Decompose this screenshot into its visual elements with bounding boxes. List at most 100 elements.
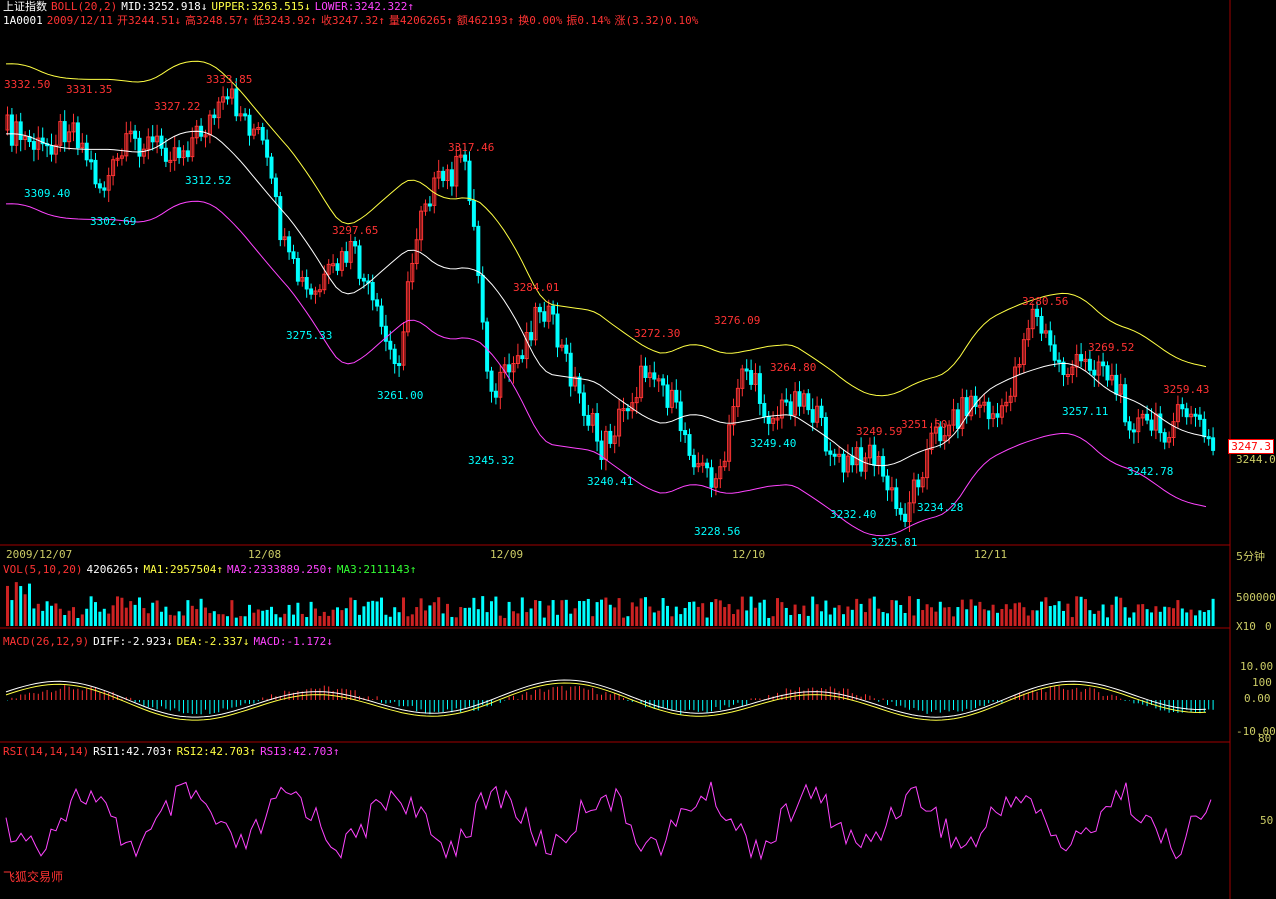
low-label: 3249.40 xyxy=(750,437,797,450)
low-label: 3261.00 xyxy=(377,389,424,402)
volume-bar xyxy=(525,612,529,626)
quote-amount: 额462193↑ xyxy=(456,14,515,27)
candle-body xyxy=(163,147,168,162)
volume-bar xyxy=(402,597,405,626)
candle-body xyxy=(709,467,714,488)
volume-bar xyxy=(560,600,564,626)
volume-bar xyxy=(72,607,75,626)
volume-bar xyxy=(912,615,916,626)
volume-bar xyxy=(1053,605,1057,626)
rsi2-value: RSI2:42.703↑ xyxy=(176,745,257,758)
volume-bar xyxy=(903,612,907,626)
candle-body xyxy=(361,277,366,282)
volume-bar xyxy=(617,598,621,626)
period-selector[interactable]: 5分钟 xyxy=(1236,548,1265,564)
macd-diff: DIFF:-2.923↓ xyxy=(93,635,173,648)
vol-ma3: MA3:2111143↑ xyxy=(336,563,417,576)
candle-body xyxy=(441,170,446,181)
volume-bar xyxy=(754,607,757,626)
candle-body xyxy=(1035,308,1040,317)
volume-bar xyxy=(28,583,31,626)
candle-body xyxy=(1197,414,1202,420)
quote-change: 涨(3.32)0.10% xyxy=(614,14,699,27)
volume-bar xyxy=(336,607,339,626)
volume-bar xyxy=(362,606,366,626)
candle-body xyxy=(1180,404,1185,410)
candle-body xyxy=(1149,419,1154,431)
high-label: 3317.46 xyxy=(448,141,495,154)
volume-bar xyxy=(745,610,749,626)
candle-body xyxy=(102,187,107,191)
candle-body xyxy=(797,391,802,407)
candle-body xyxy=(872,444,877,466)
candle-body xyxy=(388,340,393,350)
volume-bar xyxy=(129,601,133,626)
volume-bar xyxy=(437,597,441,626)
quote-volume: 量4206265↑ xyxy=(388,14,453,27)
volume-bar xyxy=(626,616,630,626)
volume-bar xyxy=(388,616,392,626)
volume-bar xyxy=(41,610,45,626)
volume-bar xyxy=(591,616,595,626)
candle-body xyxy=(463,154,468,162)
volume-bar xyxy=(727,604,731,626)
candle-body xyxy=(344,251,349,263)
volume-bar xyxy=(85,608,89,626)
macd-title[interactable]: MACD(26,12,9) xyxy=(3,635,89,648)
low-label: 3302.69 xyxy=(90,215,137,228)
volume-bar xyxy=(1158,611,1162,626)
candle-body xyxy=(903,513,908,522)
volume-bar xyxy=(1070,617,1074,626)
volume-bar xyxy=(718,600,722,626)
volume-bar xyxy=(1031,610,1035,626)
candle-body xyxy=(357,245,362,279)
volume-bar xyxy=(842,614,845,626)
volume-bar xyxy=(252,612,256,626)
volume-bar xyxy=(80,614,84,626)
volume-bar xyxy=(406,616,410,626)
volume-bar xyxy=(648,606,652,626)
volume-bar xyxy=(586,598,590,626)
volume-bar xyxy=(270,606,273,626)
high-label: 3332.50 xyxy=(4,78,51,91)
candle-body xyxy=(427,203,432,207)
candle-body xyxy=(1206,436,1211,440)
rsi-title[interactable]: RSI(14,14,14) xyxy=(3,745,89,758)
chart-canvas[interactable] xyxy=(0,0,1276,899)
candle-body xyxy=(955,409,960,429)
low-label: 3225.81 xyxy=(871,536,918,549)
candle-body xyxy=(1114,374,1119,395)
volume-bar xyxy=(820,611,823,626)
price-axis-label: 3244.0 xyxy=(1236,453,1276,466)
candle-body xyxy=(18,121,23,141)
candle-body xyxy=(586,414,591,426)
volume-bar xyxy=(890,600,894,626)
candle-body xyxy=(49,145,54,155)
volume-bar xyxy=(908,596,911,626)
volume-bar xyxy=(1035,610,1039,626)
candle-body xyxy=(555,313,560,348)
volume-bar xyxy=(872,596,876,626)
volume-bar xyxy=(1176,600,1180,626)
candle-body xyxy=(159,135,164,149)
vol-title[interactable]: VOL(5,10,20) xyxy=(3,563,82,576)
volume-bar xyxy=(309,601,313,626)
volume-bar xyxy=(1119,597,1123,626)
rsi-line xyxy=(5,781,1212,861)
volume-bar xyxy=(828,614,832,626)
volume-bar xyxy=(322,611,326,626)
volume-bar xyxy=(366,601,370,626)
volume-bar xyxy=(243,616,247,626)
candle-body xyxy=(643,365,648,378)
boll-title[interactable]: BOLL(20,2) xyxy=(51,0,117,13)
candle-body xyxy=(449,169,454,187)
volume-bar xyxy=(529,608,533,626)
candle-body xyxy=(31,141,36,150)
candle-body xyxy=(273,177,278,198)
candle-body xyxy=(1057,359,1062,363)
macd-axis-label: 10.00 xyxy=(1240,660,1274,673)
volume-bar xyxy=(806,615,810,626)
vol-axis-label: 500000 xyxy=(1236,591,1276,604)
candle-body xyxy=(353,241,358,247)
candle-body xyxy=(93,159,98,185)
